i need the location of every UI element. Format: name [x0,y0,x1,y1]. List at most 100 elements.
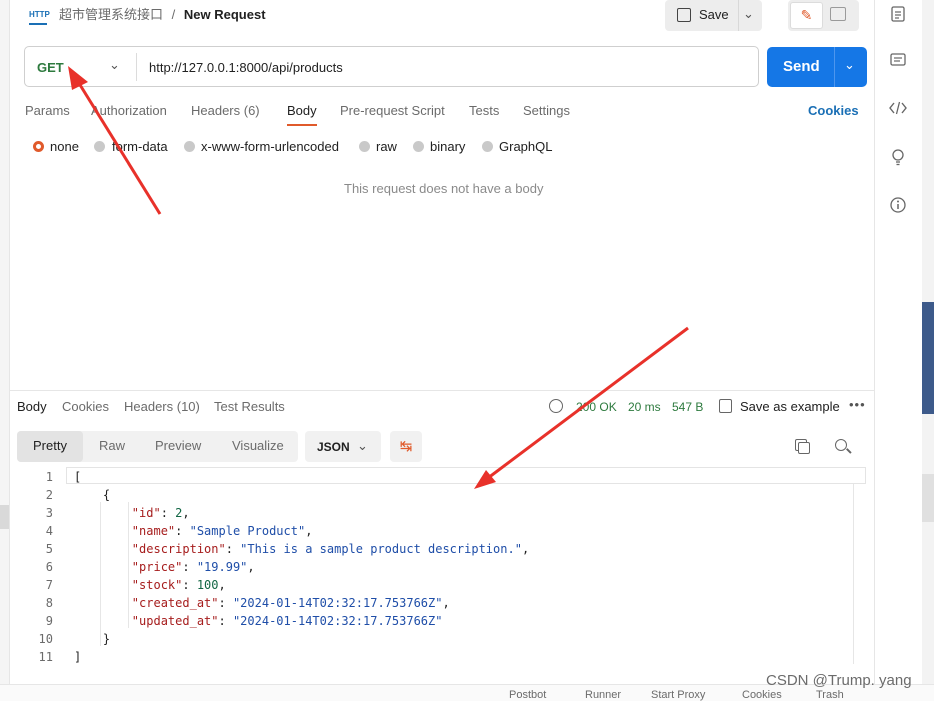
radio-form-data[interactable] [94,141,105,152]
response-size[interactable]: 547 B [672,400,703,414]
radio-label-form-data[interactable]: form-data [112,139,168,154]
right-scrollbar-segment [922,474,934,522]
line-number: 10 [38,632,53,646]
status-bar-trash[interactable]: Trash [816,689,844,701]
method-select[interactable]: GET [37,60,64,75]
info-icon[interactable] [888,197,908,217]
line-number: 3 [45,506,53,520]
code-line-stock: "stock": 100, [131,578,226,592]
chevron-down-icon[interactable]: ⌄ [109,57,120,73]
status-bar-runner[interactable]: Runner [585,689,621,701]
save-icon [677,8,691,22]
radio-x-www-form-urlencoded[interactable] [184,141,195,152]
code-line-id: "id": 2, [131,506,190,520]
value-id: 2 [175,506,183,520]
save-label: Save [699,7,729,22]
comments-icon[interactable] [888,53,908,73]
format-select[interactable]: JSON ⌄ [305,431,381,462]
tab-headers[interactable]: Headers (6) [191,103,260,119]
view-mode-group: Pretty Raw Preview Visualize [17,431,298,462]
breadcrumb-separator: / [171,7,176,22]
status-bar-cookies[interactable]: Cookies [742,689,782,701]
lightbulb-icon[interactable] [888,148,908,168]
code-bracket: ] [74,650,82,664]
format-label: JSON [317,440,350,454]
cookies-link[interactable]: Cookies [808,103,859,118]
radio-raw[interactable] [359,141,370,152]
line-number: 6 [45,560,53,574]
radio-graphql[interactable] [482,141,493,152]
response-time[interactable]: 20 ms [628,400,661,414]
response-tab-test-results[interactable]: Test Results [214,399,285,414]
save-button[interactable]: Save ⌄ [665,0,762,31]
code-brace: } [74,632,111,646]
tab-tests[interactable]: Tests [469,103,499,119]
value-name: "Sample Product" [189,524,306,538]
code-line-description: "description": "This is a sample product… [131,542,530,556]
wrap-lines-icon[interactable]: ↹ [390,431,422,462]
left-gutter-marker [0,505,9,529]
radio-label-raw[interactable]: raw [376,139,397,154]
code-bracket: [ [74,470,82,484]
no-body-message: This request does not have a body [344,181,544,196]
radio-label-binary[interactable]: binary [430,139,465,154]
value-created-at: "2024-01-14T02:32:17.753766Z" [232,596,443,610]
chevron-down-icon[interactable]: ⌄ [844,57,855,73]
breadcrumb-collection[interactable]: 超市管理系统接口 [59,7,163,22]
status-bar-start-proxy[interactable]: Start Proxy [651,689,705,701]
tab-pre-request-script[interactable]: Pre-request Script [340,103,445,119]
radio-label-none[interactable]: none [50,139,79,154]
http-icon: HTTP [29,7,50,25]
breadcrumb-request-name[interactable]: New Request [184,7,266,22]
radio-label-x-www-form-urlencoded[interactable]: x-www-form-urlencoded [201,139,339,154]
code-brace: { [74,488,111,502]
search-icon[interactable] [835,439,847,451]
tab-settings[interactable]: Settings [523,103,570,119]
line-number: 8 [45,596,53,610]
documentation-icon[interactable] [888,6,908,26]
view-pretty[interactable]: Pretty [33,438,67,453]
save-example-icon [719,399,732,413]
view-preview[interactable]: Preview [155,438,201,453]
chevron-down-icon[interactable]: ⌄ [743,6,754,22]
status-code[interactable]: 200 OK [576,400,617,414]
radio-binary[interactable] [413,141,424,152]
response-code-editor[interactable]: 1 [ 2 { 3 "id": 2, 4 "name": "Sample Prod… [9,466,866,676]
code-icon[interactable] [888,101,908,121]
url-bar: GET ⌄ http://127.0.0.1:8000/api/products [24,46,759,87]
tab-body[interactable]: Body [287,103,317,119]
active-tab-indicator [287,124,317,126]
radio-none[interactable] [33,141,44,152]
response-tab-cookies[interactable]: Cookies [62,399,109,414]
code-line-created-at: "created_at": "2024-01-14T02:32:17.75376… [131,596,450,610]
globe-icon[interactable] [549,399,563,413]
edit-pencil-icon[interactable]: ✎ [790,2,823,29]
radio-label-graphql[interactable]: GraphQL [499,139,552,154]
tab-params[interactable]: Params [25,103,70,119]
code-line-price: "price": "19.99", [131,560,255,574]
send-button[interactable]: Send ⌄ [767,47,867,87]
code-line-updated-at: "updated_at": "2024-01-14T02:32:17.75376… [131,614,443,628]
status-bar-postbot[interactable]: Postbot [509,689,546,701]
save-as-example-button[interactable]: Save as example [740,399,840,414]
view-raw[interactable]: Raw [99,438,125,453]
line-number: 5 [45,542,53,556]
copy-icon[interactable] [795,439,810,454]
value-description: "This is a sample product description." [240,542,522,556]
response-divider[interactable] [9,390,874,391]
more-options-icon[interactable]: ••• [849,397,866,412]
value-updated-at: "2024-01-14T02:32:17.753766Z" [232,614,443,628]
tab-authorization[interactable]: Authorization [91,103,167,119]
response-tab-body[interactable]: Body [17,399,47,414]
line-number: 2 [45,488,53,502]
line-number: 11 [38,650,53,664]
value-price: "19.99" [196,560,248,574]
view-visualize[interactable]: Visualize [232,438,284,453]
line-number: 7 [45,578,53,592]
right-scrollbar-thumb[interactable] [922,302,934,414]
chevron-down-icon: ⌄ [357,438,368,453]
response-tab-headers[interactable]: Headers (10) [124,399,200,414]
mode-toggle: ✎ [788,0,859,31]
url-input[interactable]: http://127.0.0.1:8000/api/products [149,60,343,75]
document-view-icon[interactable] [830,7,846,21]
